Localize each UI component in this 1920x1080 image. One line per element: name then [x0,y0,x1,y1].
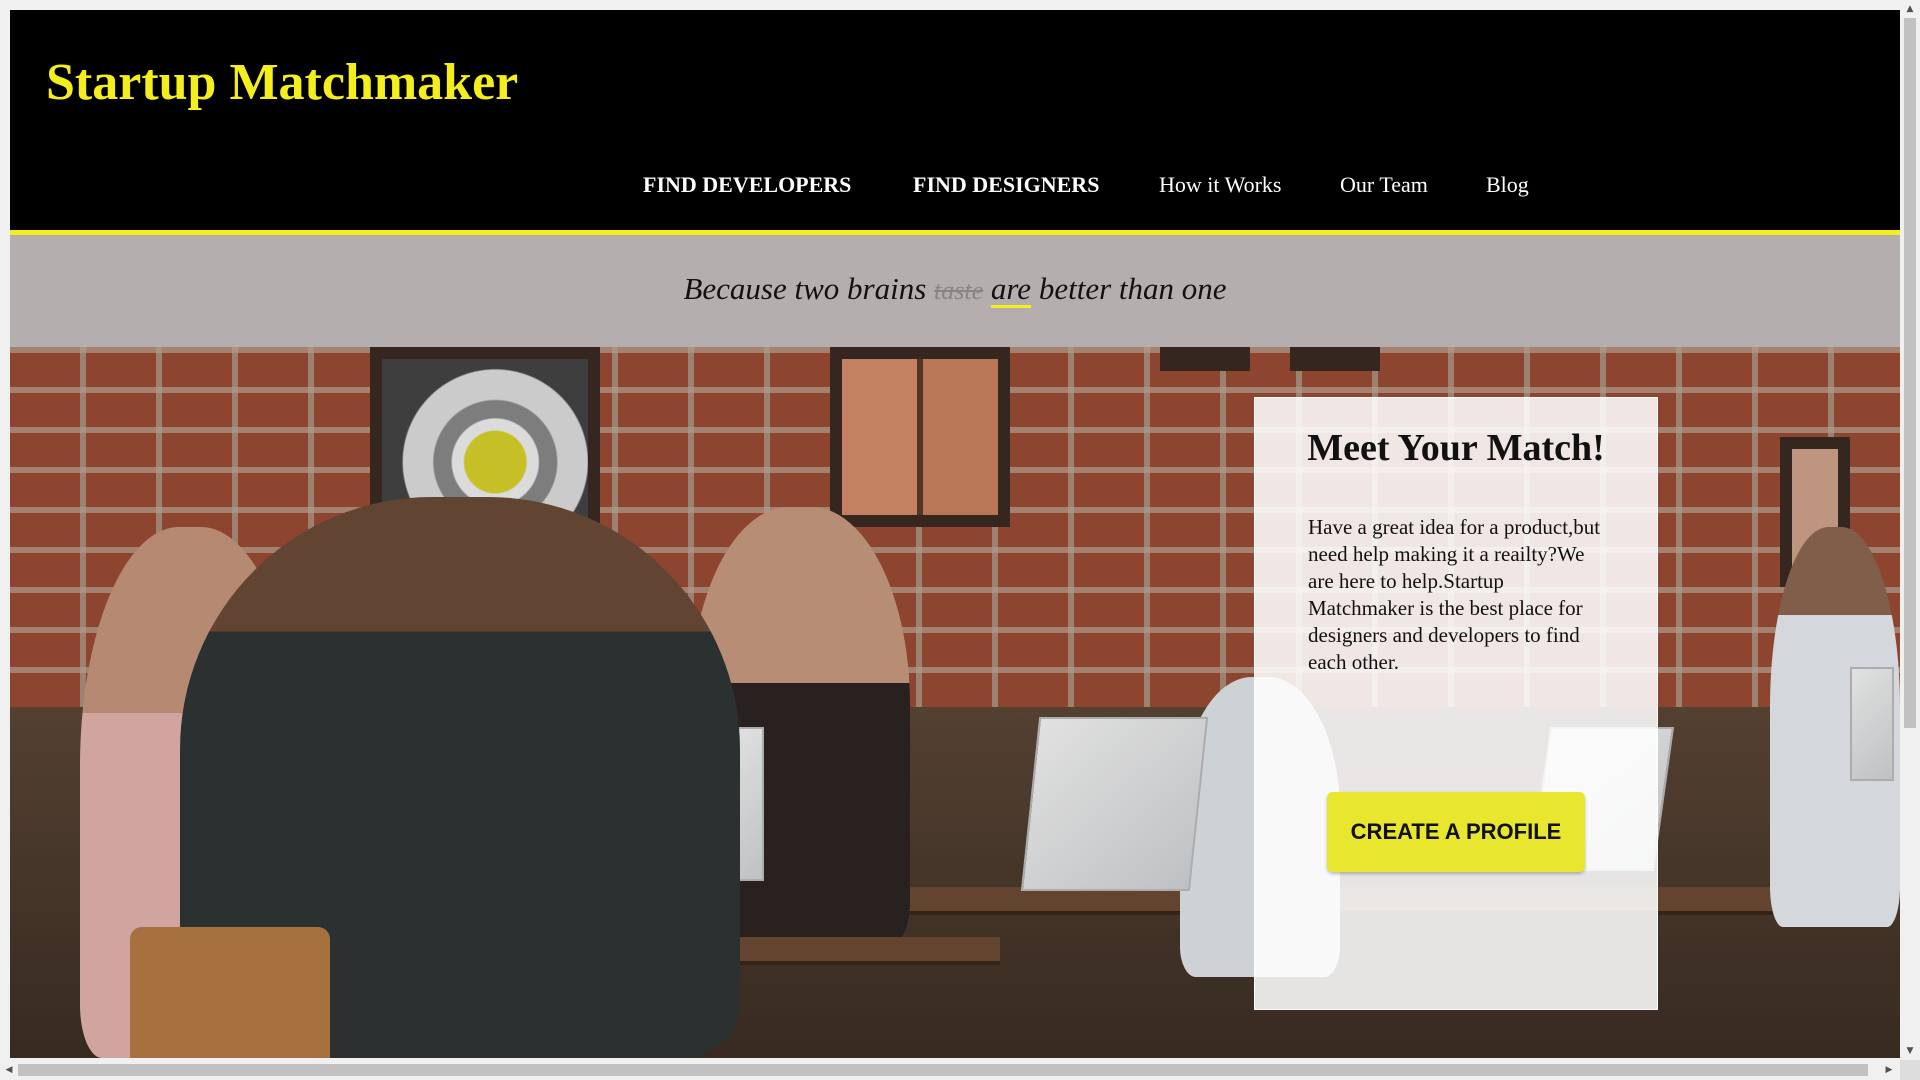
scroll-up-arrow-icon[interactable]: ▲ [1900,0,1920,18]
window-top-edge [0,0,1900,10]
tagline-struck-word: taste [934,276,984,305]
match-card: Meet Your Match! Have a great idea for a… [1254,397,1658,1010]
scroll-right-arrow-icon[interactable]: ▶ [1880,1060,1898,1080]
scroll-left-arrow-icon[interactable]: ◀ [0,1060,18,1080]
site-header: Startup Matchmaker FIND DEVELOPERS FIND … [10,10,1900,235]
tagline-before: Because two brains [683,271,927,306]
tagline-after-text: better than one [1038,271,1227,306]
main-nav: FIND DEVELOPERS FIND DESIGNERS How it Wo… [10,165,1900,205]
nav-find-developers[interactable]: FIND DEVELOPERS [643,165,851,205]
vertical-scrollbar[interactable]: ▲ ▼ [1900,0,1920,1080]
scroll-down-arrow-icon[interactable]: ▼ [1900,1042,1920,1060]
tagline-band: Because two brains taste are better than… [10,235,1900,347]
card-title: Meet Your Match! [1307,427,1605,469]
vertical-scrollbar-thumb[interactable] [1904,18,1916,728]
create-profile-button[interactable]: CREATE A PROFILE [1327,792,1585,872]
tagline-underlined-word: are [990,271,1032,306]
page-viewport: Startup Matchmaker FIND DEVELOPERS FIND … [10,10,1900,1058]
card-body-text: Have a great idea for a product,but need… [1308,515,1601,674]
site-logo[interactable]: Startup Matchmaker [46,52,518,114]
nav-find-designers[interactable]: FIND DESIGNERS [913,165,1099,205]
hero-section: Meet Your Match! Have a great idea for a… [10,347,1900,1058]
window-left-edge [0,0,10,1060]
scrollbar-corner [1900,1060,1920,1080]
horizontal-scrollbar-thumb[interactable] [18,1064,1868,1076]
tagline: Because two brains taste are better than… [10,271,1900,307]
nav-our-team[interactable]: Our Team [1340,165,1428,205]
nav-blog[interactable]: Blog [1486,165,1529,205]
horizontal-scrollbar[interactable]: ◀ ▶ [0,1060,1900,1080]
nav-how-it-works[interactable]: How it Works [1159,165,1282,205]
tagline-after [1031,271,1039,306]
